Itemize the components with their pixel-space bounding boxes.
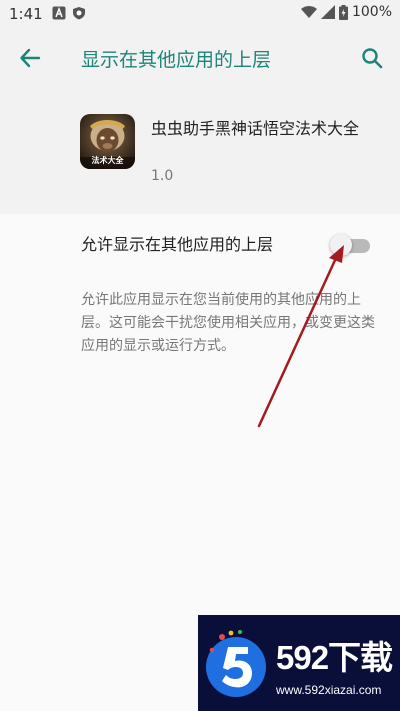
search-button[interactable] <box>354 40 390 76</box>
switch-thumb <box>330 234 352 256</box>
status-time: 1:41 <box>9 5 43 23</box>
page-title: 显示在其他应用的上层 <box>81 49 272 71</box>
battery-icon <box>338 4 348 20</box>
watermark-logo: 592下载 www.592xiazai.com <box>198 615 400 711</box>
back-arrow-icon <box>20 48 41 68</box>
wifi-icon <box>300 6 317 18</box>
watermark-5-icon <box>206 630 266 697</box>
app-name: 虫虫助手黑神话悟空法术大全 <box>151 119 360 138</box>
signal-icon <box>320 5 335 19</box>
app-bar: 显示在其他应用的上层 <box>0 28 400 86</box>
notification-a-icon <box>52 6 66 20</box>
status-bar: 1:41 100% <box>0 0 400 28</box>
permission-description: 允许此应用显示在您当前使用的其他应用的上层。这可能会干扰您使用相关应用，或变更这… <box>81 292 375 354</box>
shield-icon <box>73 7 85 20</box>
app-version: 1.0 <box>151 168 174 184</box>
watermark-brand: 592下载 <box>276 639 393 676</box>
app-info-header: 法术大全 虫虫助手黑神话悟空法术大全 1.0 <box>0 86 400 214</box>
app-icon-label: 法术大全 <box>91 156 124 165</box>
permission-switch[interactable] <box>330 234 370 256</box>
search-icon <box>362 48 383 69</box>
back-button[interactable] <box>12 40 48 76</box>
permission-label: 允许显示在其他应用的上层 <box>81 235 274 254</box>
status-indicators: 100% <box>300 4 392 20</box>
permission-toggle-row[interactable]: 允许显示在其他应用的上层 <box>0 214 400 274</box>
battery-percent: 100% <box>351 4 392 20</box>
watermark-url: www.592xiazai.com <box>276 683 382 697</box>
app-icon: 法术大全 <box>80 114 135 169</box>
